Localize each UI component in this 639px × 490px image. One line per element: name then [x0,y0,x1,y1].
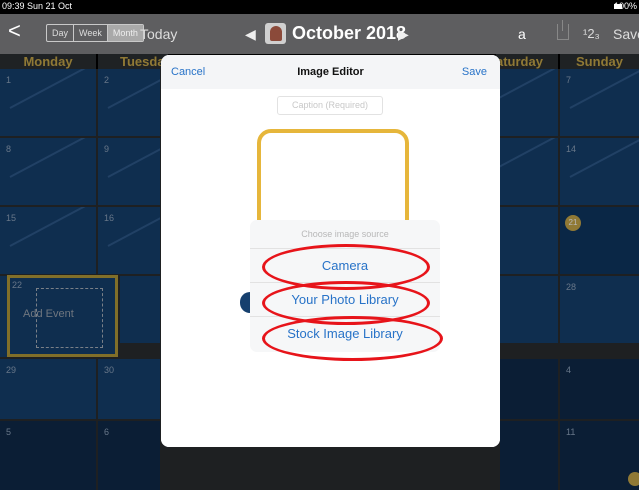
month-title[interactable]: October 2018 [292,23,406,44]
calendar-avatar[interactable] [265,23,286,44]
calendar-toolbar: < Day Week Month Today ◀ October 2018 ▶ … [0,14,639,54]
modal-title: Image Editor [297,66,364,78]
next-month-icon[interactable]: ▶ [398,26,409,43]
battery-icon [613,3,622,9]
back-icon[interactable]: < [8,20,21,42]
view-week-segment[interactable]: Week [74,25,108,41]
lock-icon[interactable]: a [518,26,526,42]
numbering-icon[interactable]: ¹2₃ [583,26,600,41]
previous-month-icon[interactable]: ◀ [245,26,256,43]
status-bar: 09:39 Sun 21 Oct 100% [0,0,639,14]
toolbar-save-button[interactable]: Save [613,26,639,42]
today-button[interactable]: Today [140,26,177,42]
view-day-segment[interactable]: Day [47,25,75,41]
share-icon[interactable] [557,20,569,40]
status-time: 09:39 Sun 21 Oct [2,1,73,11]
stock-library-highlight-ring [262,316,443,361]
battery-indicator: 100% [613,1,637,11]
person-icon [269,26,282,41]
view-segmented-control: Day Week Month [46,24,144,42]
view-month-segment[interactable]: Month [107,25,143,41]
caption-field[interactable]: Caption (Required) [277,96,383,115]
modal-save-button[interactable]: Save [462,66,487,78]
modal-header: Cancel Image Editor Save [161,55,500,89]
